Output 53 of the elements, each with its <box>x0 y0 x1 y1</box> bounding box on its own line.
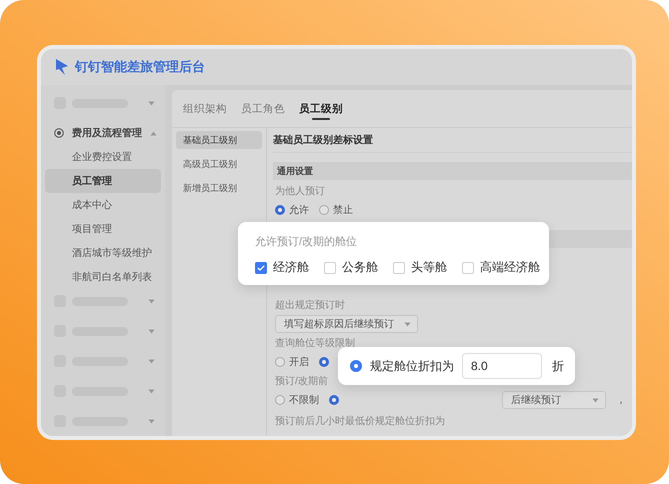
field-label: 预订前后几小时最低价规定舱位折扣为 <box>275 416 446 428</box>
caret-down-icon <box>592 398 599 402</box>
field-label: 为他人预订 <box>275 186 326 198</box>
caret-down-icon <box>148 328 155 334</box>
option-label: 不限制 <box>289 394 319 407</box>
option-label: 允许 <box>289 204 309 217</box>
target-icon <box>54 128 64 138</box>
caret-down-icon <box>148 298 155 304</box>
field-label: 查询舱位等级限制 <box>275 338 356 350</box>
dropdown[interactable]: 填写超标原因后继续预订 <box>275 315 418 333</box>
section-heading: 基础员工级别差标设置 <box>273 128 632 153</box>
caret-down-icon <box>148 100 155 106</box>
radio-button[interactable] <box>275 395 285 405</box>
subnav-item[interactable]: 新增员工级别 <box>176 179 262 197</box>
window-title: 钉钉智能差旅管理后台 <box>75 58 205 76</box>
subnav-item[interactable]: 基础员工级别 <box>176 131 262 149</box>
option-label: 规定舱位折扣为 <box>370 358 454 374</box>
field-label: 超出规定预订时 <box>275 300 346 312</box>
suffix-text: ， <box>616 394 626 407</box>
dropdown[interactable]: 后继续预订 <box>502 391 606 409</box>
caret-down-icon <box>148 358 155 364</box>
checkbox-label: 公务舱 <box>342 259 378 276</box>
radio-button[interactable] <box>275 357 285 367</box>
tab[interactable]: 员工角色 <box>241 90 285 127</box>
sidebar-item[interactable]: 企业费控设置 <box>45 145 161 169</box>
unit-label: 折 <box>552 358 564 374</box>
subnav-item[interactable]: 高级员工级别 <box>176 155 262 173</box>
section-header: 通用设置 <box>273 162 632 180</box>
sidebar-item[interactable]: 酒店城市等级维护 <box>45 241 161 265</box>
caret-down-icon <box>148 418 155 424</box>
checkbox-label: 经济舱 <box>273 259 309 276</box>
tab[interactable]: 组织架构 <box>183 90 227 127</box>
discount-input[interactable]: 8.0 <box>462 353 542 379</box>
caret-down-icon <box>404 322 411 326</box>
checkbox[interactable] <box>255 262 267 274</box>
popup-title: 允许预订/改期的舱位 <box>255 235 358 249</box>
radio-button[interactable] <box>319 357 329 367</box>
checkbox-label: 高端经济舱 <box>480 259 540 276</box>
radio-button[interactable] <box>275 205 285 215</box>
option-label: 开启 <box>289 356 309 369</box>
option-label: 禁止 <box>333 204 353 217</box>
tab[interactable]: 员工级别 <box>299 90 343 127</box>
sidebar-item[interactable]: 成本中心 <box>45 193 161 217</box>
sidebar-item[interactable]: 非航司白名单列表 <box>45 265 161 289</box>
caret-down-icon <box>148 388 155 394</box>
radio-button[interactable] <box>329 395 339 405</box>
sidebar-item[interactable]: 项目管理 <box>45 217 161 241</box>
checkbox-label: 头等舱 <box>411 259 447 276</box>
sidebar-item[interactable]: 员工管理 <box>45 169 161 193</box>
radio-button[interactable] <box>319 205 329 215</box>
field-label: 预订/改期前 <box>275 376 329 388</box>
menu-group[interactable]: 费用及流程管理 <box>72 126 142 140</box>
radio-button[interactable] <box>350 360 362 372</box>
